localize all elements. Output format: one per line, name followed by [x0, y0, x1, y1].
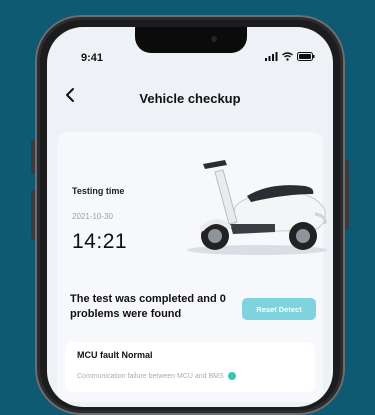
signal-icon	[265, 52, 278, 61]
status-ok-icon	[227, 372, 236, 380]
test-result-message: The test was completed and 0 problems we…	[70, 293, 226, 320]
fault-title: MCU fault Normal	[77, 350, 153, 360]
status-icons	[265, 52, 315, 61]
status-time: 9:41	[81, 52, 104, 64]
phone-power-button	[345, 160, 349, 230]
nav-bar: Vehicle checkup	[47, 85, 333, 115]
page-title: Vehicle checkup	[139, 91, 241, 106]
fault-item-text: Communication failure between MCU and BM…	[77, 372, 224, 380]
testing-time-label: Testing time	[72, 186, 125, 196]
fault-item: Communication failure between MCU and BM…	[77, 372, 236, 380]
phone-screen: 9:41 Vehicle checkup Testing time 2021-1…	[47, 27, 333, 407]
scooter-image	[187, 160, 327, 255]
battery-icon	[297, 52, 315, 61]
reset-detect-button[interactable]: Reset Detect	[242, 298, 316, 320]
wifi-icon	[282, 52, 293, 61]
camera-notch	[135, 27, 247, 53]
test-clock: 14:21	[72, 230, 128, 253]
test-date: 2021-10-30	[72, 212, 113, 221]
